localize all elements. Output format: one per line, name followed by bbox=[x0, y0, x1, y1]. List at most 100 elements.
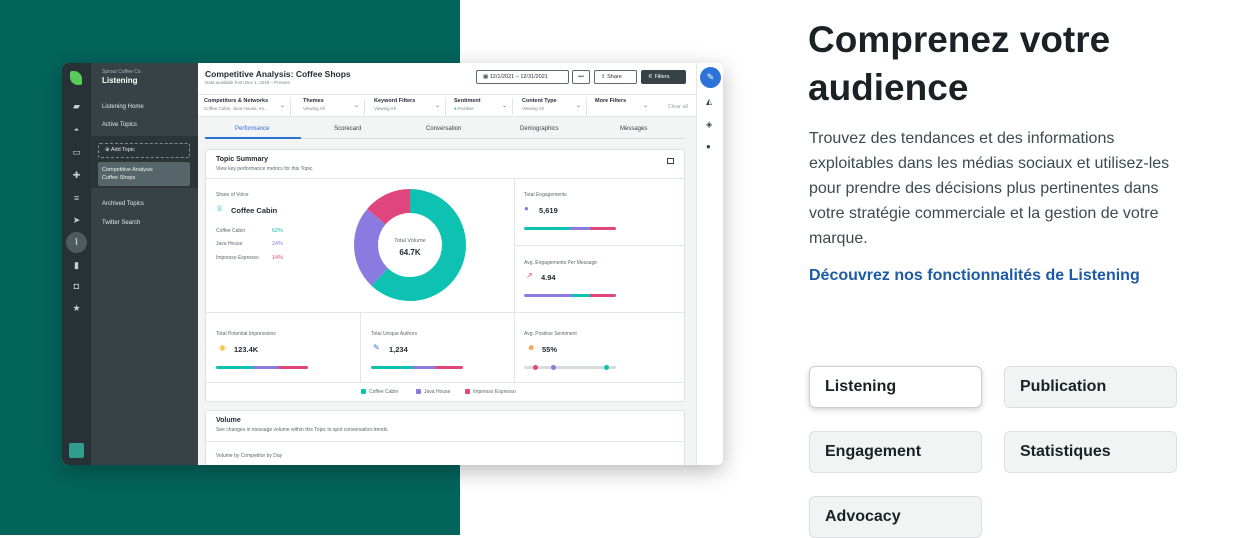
sidebar-item-listening-home[interactable]: Listening Home bbox=[102, 104, 144, 110]
avatar[interactable] bbox=[69, 443, 84, 458]
filter-keywords[interactable]: Keyword Filters Viewing All ⌄ bbox=[368, 98, 446, 115]
features-link[interactable]: Découvrez nos fonctionnalités de Listeni… bbox=[809, 267, 1140, 285]
page-title: Competitive Analysis: Coffee Shops bbox=[205, 69, 351, 79]
avg-engagements-label: Avg. Engagements Per Message bbox=[524, 260, 598, 266]
sentiment-dot-icon: ● bbox=[454, 106, 457, 111]
tray-icon[interactable]: ▭ bbox=[70, 147, 83, 157]
filter-content-type[interactable]: Content Type Viewing All ⌄ bbox=[516, 98, 587, 115]
send-icon[interactable]: ➤ bbox=[70, 215, 83, 225]
main-content: Competitive Analysis: Coffee Shops Data … bbox=[198, 63, 696, 465]
sidebar-item-active-topics[interactable]: Active Topics bbox=[102, 122, 137, 128]
row-value: 14% bbox=[272, 255, 284, 261]
tab-conversation[interactable]: Conversation bbox=[426, 126, 461, 132]
filter-label: Competitors & Networks bbox=[204, 98, 269, 104]
briefcase-icon[interactable]: ◘ bbox=[70, 281, 83, 291]
tab-demographics[interactable]: Demographics bbox=[520, 126, 559, 132]
legend-label: Java House bbox=[424, 389, 451, 395]
activity-icon[interactable]: ◈ bbox=[706, 120, 712, 129]
sentiment-marker bbox=[551, 365, 556, 370]
row-name: Java House bbox=[216, 241, 243, 247]
avg-engagements-bar bbox=[524, 294, 616, 297]
row-name: Coffee Cabin bbox=[216, 228, 246, 234]
donut-label: Total Volume bbox=[394, 238, 426, 244]
sidepanel-title: Listening bbox=[102, 76, 138, 85]
reports-icon[interactable]: ▮ bbox=[70, 260, 83, 270]
app-window-screenshot: ▰ ◓ ▭ ✚ ≡ ➤ ⌇ ▮ ◘ ★ Sprout Coffee Co. Li… bbox=[62, 63, 723, 465]
chevron-down-icon: ⌄ bbox=[353, 103, 359, 109]
share-button[interactable]: ⇪ Share bbox=[594, 70, 637, 84]
trophy-icon: ♕ bbox=[216, 204, 224, 213]
sidebar-item-twitter-search[interactable]: Twitter Search bbox=[102, 220, 140, 226]
filter-competitors[interactable]: Competitors & Networks Coffee Cabin, Jav… bbox=[198, 98, 291, 115]
filter-sentiment[interactable]: Sentiment ● Positive ⌄ bbox=[448, 98, 513, 115]
feature-tab-advocacy[interactable]: Advocacy bbox=[809, 496, 982, 538]
compose-icon[interactable]: ✎ bbox=[700, 67, 721, 88]
topic-line-1: Competitive Analysis bbox=[102, 167, 153, 173]
impressions-value: 123.4K bbox=[234, 345, 259, 354]
filter-more[interactable]: More Filters ⌄ bbox=[589, 98, 653, 115]
sprout-logo-icon bbox=[70, 71, 82, 85]
avg-engagements-value: 4.94 bbox=[541, 273, 556, 282]
page-subtitle: Data available from Dec 1, 2018 – Presen… bbox=[205, 80, 290, 85]
more-button[interactable]: ••• bbox=[572, 70, 590, 84]
divider bbox=[360, 312, 361, 382]
chevron-down-icon: ⌄ bbox=[575, 103, 581, 109]
eye-icon: ◉ bbox=[219, 343, 226, 352]
feature-tab-publication[interactable]: Publication bbox=[1004, 366, 1177, 408]
right-rail: ✎ ◭ ◈ ● bbox=[696, 63, 723, 465]
total-engagements-label: Total Engagements bbox=[524, 192, 567, 198]
row-value: 62% bbox=[272, 228, 284, 234]
share-of-voice-donut: Total Volume 64.7K bbox=[354, 189, 466, 301]
feature-tab-engagement[interactable]: Engagement bbox=[809, 431, 982, 473]
chevron-down-icon: ⌄ bbox=[279, 103, 285, 109]
smile-icon: ☻ bbox=[527, 343, 536, 352]
legend-label: Impresso Espresso bbox=[473, 389, 516, 395]
list-icon[interactable]: ≡ bbox=[70, 193, 83, 203]
add-topic-button[interactable]: ⊕ Add Topic bbox=[98, 143, 190, 158]
legend-swatch bbox=[416, 389, 421, 394]
divider bbox=[206, 312, 684, 313]
leader-name: Coffee Cabin bbox=[231, 206, 278, 215]
divider bbox=[206, 441, 684, 442]
table-view-icon[interactable] bbox=[667, 158, 674, 164]
filter-bar: Competitors & Networks Coffee Cabin, Jav… bbox=[198, 94, 696, 117]
filter-value: Coffee Cabin, Java House, Im... bbox=[204, 106, 268, 111]
filter-themes[interactable]: Themes Viewing All ⌄ bbox=[297, 98, 365, 115]
star-icon[interactable]: ★ bbox=[70, 303, 83, 313]
filter-value: Viewing All bbox=[374, 106, 396, 111]
notifications-icon[interactable]: ◭ bbox=[706, 97, 712, 106]
active-tab-indicator bbox=[205, 137, 301, 139]
chat-icon: ● bbox=[524, 204, 529, 213]
divider bbox=[206, 178, 684, 179]
tab-scorecard[interactable]: Scorecard bbox=[334, 126, 361, 132]
impressions-label: Total Potential Impressions bbox=[216, 331, 276, 337]
legend-item: Impresso Espresso bbox=[465, 389, 516, 395]
filters-button[interactable]: ⚟ Filters bbox=[641, 70, 686, 84]
feature-tab-listening[interactable]: Listening bbox=[809, 366, 982, 408]
listening-icon[interactable]: ⌇ bbox=[66, 232, 87, 253]
legend-item: Coffee Cabin bbox=[361, 389, 398, 395]
trend-up-icon: ↗ bbox=[526, 271, 533, 280]
pin-icon[interactable]: ✚ bbox=[70, 170, 83, 180]
tab-performance[interactable]: Performance bbox=[235, 126, 269, 132]
share-of-voice-label: Share of Voice bbox=[216, 192, 249, 198]
nav-rail: ▰ ◓ ▭ ✚ ≡ ➤ ⌇ ▮ ◘ ★ bbox=[62, 63, 91, 465]
sidebar-item-archived-topics[interactable]: Archived Topics bbox=[102, 201, 144, 207]
clear-all-link[interactable]: Clear all bbox=[668, 104, 688, 110]
card-title: Topic Summary bbox=[216, 156, 268, 163]
legend-swatch bbox=[361, 389, 366, 394]
sidebar-topic-item[interactable]: Competitive Analysis Coffee Shops bbox=[98, 162, 190, 186]
divider bbox=[514, 312, 515, 382]
filter-value-text: Positive bbox=[457, 106, 474, 111]
filters-label: Filters bbox=[654, 74, 670, 80]
tabs: Performance Scorecard Conversation Demog… bbox=[205, 121, 685, 139]
help-icon[interactable]: ● bbox=[706, 142, 711, 151]
chevron-down-icon: ⌄ bbox=[434, 103, 440, 109]
folder-icon[interactable]: ▰ bbox=[70, 101, 83, 111]
feature-tab-statistiques[interactable]: Statistiques bbox=[1004, 431, 1177, 473]
volume-title: Volume bbox=[216, 417, 241, 424]
date-range-button[interactable]: ▦ 12/1/2021 – 12/31/2021 bbox=[476, 70, 569, 84]
chevron-down-icon: ⌄ bbox=[642, 103, 648, 109]
inbox-icon[interactable]: ◓ bbox=[70, 125, 83, 135]
tab-messages[interactable]: Messages bbox=[620, 126, 647, 132]
